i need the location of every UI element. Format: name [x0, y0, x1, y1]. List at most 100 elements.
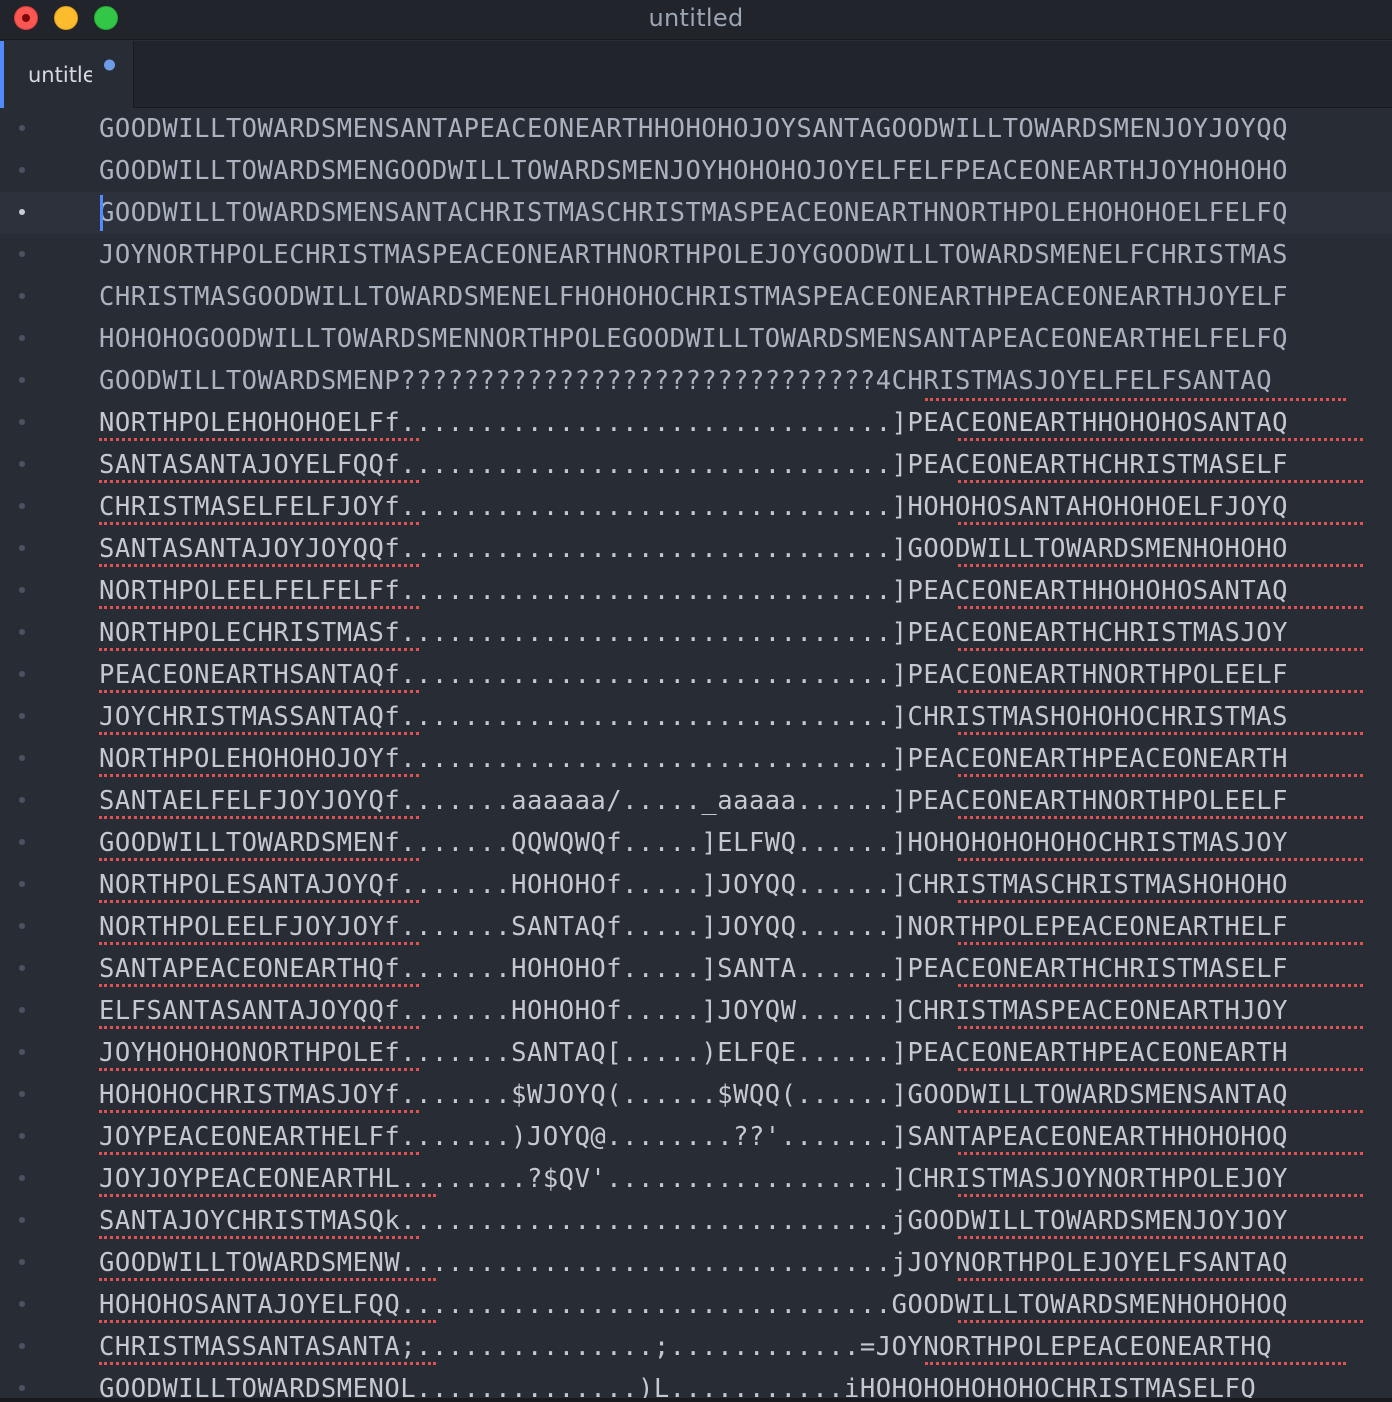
modified-dot-icon[interactable]: [104, 59, 115, 71]
spell-error-underline: [958, 1320, 1363, 1323]
spell-error-underline: [99, 648, 420, 651]
spell-error-underline: [958, 858, 1363, 861]
line-text: GOODWILLTOWARDSMENSANTAPEACEONEARTHHOHOH…: [99, 114, 1288, 144]
gutter-fold-icon[interactable]: [19, 545, 25, 551]
line-text: NORTHPOLECHRISTMASf.....................…: [99, 618, 1288, 648]
editor-line[interactable]: GOODWILLTOWARDSMENSANTAPEACEONEARTHHOHOH…: [0, 108, 1392, 150]
spell-error-underline: [99, 942, 420, 945]
spell-error-underline: [99, 564, 420, 567]
gutter-fold-icon[interactable]: [19, 1175, 25, 1181]
gutter-fold-icon[interactable]: [19, 923, 25, 929]
line-text: GOODWILLTOWARDSMENP?????????????????????…: [99, 366, 1273, 396]
tab-untitled[interactable]: untitled: [0, 41, 134, 108]
spell-error-underline: [958, 1110, 1363, 1113]
text-cursor: [100, 195, 103, 231]
editor-line[interactable]: GOODWILLTOWARDSMENSANTACHRISTMASCHRISTMA…: [0, 192, 1392, 234]
gutter-fold-icon[interactable]: [19, 1343, 25, 1349]
editor-line[interactable]: JOYCHRISTMASSANTAQf.....................…: [0, 696, 1392, 738]
gutter-fold-icon[interactable]: [19, 1133, 25, 1139]
editor-line[interactable]: JOYPEACEONEARTHELFf.......)JOYQ@........…: [0, 1116, 1392, 1158]
gutter-fold-icon[interactable]: [19, 419, 25, 425]
spell-error-underline: [99, 606, 420, 609]
spell-error-underline: [99, 732, 420, 735]
editor-line[interactable]: SANTAPEACEONEARTHQf.......HOHOHOf.....]S…: [0, 948, 1392, 990]
spell-error-underline: [958, 1152, 1363, 1155]
editor-line[interactable]: HOHOHOSANTAJOYELFQQ.....................…: [0, 1284, 1392, 1326]
gutter-fold-icon[interactable]: [19, 881, 25, 887]
gutter-fold-icon[interactable]: [19, 587, 25, 593]
editor-line[interactable]: GOODWILLTOWARDSMENOL..............)L....…: [0, 1368, 1392, 1402]
editor-line[interactable]: GOODWILLTOWARDSMENf.......QQWQWQf.....]E…: [0, 822, 1392, 864]
line-text: NORTHPOLEHOHOHOJOYf.....................…: [99, 744, 1288, 774]
editor-line[interactable]: SANTAJOYCHRISTMASQk.....................…: [0, 1200, 1392, 1242]
gutter-fold-icon[interactable]: [19, 629, 25, 635]
line-text: JOYCHRISTMASSANTAQf.....................…: [99, 702, 1288, 732]
gutter-fold-icon[interactable]: [19, 377, 25, 383]
spell-error-underline: [99, 1236, 420, 1239]
editor-line[interactable]: HOHOHOCHRISTMASJOYf.......$WJOYQ(......$…: [0, 1074, 1392, 1116]
gutter-fold-icon[interactable]: [19, 1301, 25, 1307]
line-text: JOYHOHOHONORTHPOLEf.......SANTAQ[.....)E…: [99, 1038, 1288, 1068]
gutter-fold-icon[interactable]: [19, 335, 25, 341]
spell-error-underline: [99, 1110, 420, 1113]
gutter-fold-icon[interactable]: [19, 461, 25, 467]
editor-line[interactable]: NORTHPOLECHRISTMASf.....................…: [0, 612, 1392, 654]
gutter-fold-icon[interactable]: [19, 167, 25, 173]
line-text: ELFSANTASANTAJOYQQf.......HOHOHOf.....]J…: [99, 996, 1288, 1026]
editor-line[interactable]: GOODWILLTOWARDSMENGOODWILLTOWARDSMENJOYH…: [0, 150, 1392, 192]
spell-error-underline: [99, 1320, 436, 1323]
gutter-fold-icon[interactable]: [19, 1049, 25, 1055]
gutter-fold-icon[interactable]: [19, 1091, 25, 1097]
spell-error-underline: [958, 690, 1363, 693]
gutter-fold-icon[interactable]: [19, 1007, 25, 1013]
line-text: JOYNORTHPOLECHRISTMASPEACEONEARTHNORTHPO…: [99, 240, 1288, 270]
editor-line[interactable]: GOODWILLTOWARDSMENW.....................…: [0, 1242, 1392, 1284]
line-text: GOODWILLTOWARDSMENf.......QQWQWQf.....]E…: [99, 828, 1288, 858]
editor-line[interactable]: JOYJOYPEACEONEARTHL........?$QV'........…: [0, 1158, 1392, 1200]
text-editor[interactable]: GOODWILLTOWARDSMENSANTAPEACEONEARTHHOHOH…: [0, 108, 1392, 1402]
editor-line[interactable]: NORTHPOLEELFJOYJOYf.......SANTAQf.....]J…: [0, 906, 1392, 948]
gutter-fold-icon[interactable]: [19, 209, 25, 215]
spell-error-underline: [958, 480, 1363, 483]
editor-line[interactable]: CHRISTMASELFELFJOYf.....................…: [0, 486, 1392, 528]
gutter-fold-icon[interactable]: [19, 125, 25, 131]
editor-line[interactable]: CHRISTMASSANTASANTA;...............;....…: [0, 1326, 1392, 1368]
line-text: HOHOHOCHRISTMASJOYf.......$WJOYQ(......$…: [99, 1080, 1288, 1110]
editor-line[interactable]: NORTHPOLEHOHOHOELFf.....................…: [0, 402, 1392, 444]
tab-label: untitled: [28, 63, 92, 87]
gutter-fold-icon[interactable]: [19, 797, 25, 803]
editor-line[interactable]: CHRISTMASGOODWILLTOWARDSMENELFHOHOHOCHRI…: [0, 276, 1392, 318]
editor-line[interactable]: JOYNORTHPOLECHRISTMASPEACEONEARTHNORTHPO…: [0, 234, 1392, 276]
editor-line[interactable]: PEACEONEARTHSANTAQf.....................…: [0, 654, 1392, 696]
gutter-fold-icon[interactable]: [19, 293, 25, 299]
editor-line[interactable]: SANTASANTAJOYJOYQQf.....................…: [0, 528, 1392, 570]
gutter-fold-icon[interactable]: [19, 1259, 25, 1265]
editor-line[interactable]: HOHOHOGOODWILLTOWARDSMENNORTHPOLEGOODWIL…: [0, 318, 1392, 360]
editor-line[interactable]: NORTHPOLESANTAJOYQf.......HOHOHOf.....]J…: [0, 864, 1392, 906]
gutter-fold-icon[interactable]: [19, 503, 25, 509]
line-text: CHRISTMASSANTASANTA;...............;....…: [99, 1332, 1273, 1362]
tab-bar: untitled: [0, 41, 1392, 108]
gutter-fold-icon[interactable]: [19, 839, 25, 845]
gutter-fold-icon[interactable]: [19, 671, 25, 677]
spell-error-underline: [958, 522, 1363, 525]
editor-line[interactable]: NORTHPOLEHOHOHOJOYf.....................…: [0, 738, 1392, 780]
editor-line[interactable]: GOODWILLTOWARDSMENP?????????????????????…: [0, 360, 1392, 402]
editor-line[interactable]: NORTHPOLEELFELFELFf.....................…: [0, 570, 1392, 612]
gutter-fold-icon[interactable]: [19, 755, 25, 761]
gutter-fold-icon[interactable]: [19, 965, 25, 971]
gutter-fold-icon[interactable]: [19, 1217, 25, 1223]
gutter-fold-icon[interactable]: [19, 1385, 25, 1391]
spell-error-underline: [958, 984, 1363, 987]
spell-error-underline: [958, 732, 1363, 735]
editor-line[interactable]: JOYHOHOHONORTHPOLEf.......SANTAQ[.....)E…: [0, 1032, 1392, 1074]
spell-error-underline: [99, 900, 420, 903]
gutter-fold-icon[interactable]: [19, 251, 25, 257]
line-text: SANTASANTAJOYJOYQQf.....................…: [99, 534, 1288, 564]
spell-error-underline: [958, 648, 1363, 651]
editor-line[interactable]: SANTASANTAJOYELFQQf.....................…: [0, 444, 1392, 486]
editor-line[interactable]: ELFSANTASANTAJOYQQf.......HOHOHOf.....]J…: [0, 990, 1392, 1032]
editor-line[interactable]: SANTAELFELFJOYJOYQf.......aaaaaa/....._a…: [0, 780, 1392, 822]
spell-error-underline: [99, 1194, 436, 1197]
gutter-fold-icon[interactable]: [19, 713, 25, 719]
